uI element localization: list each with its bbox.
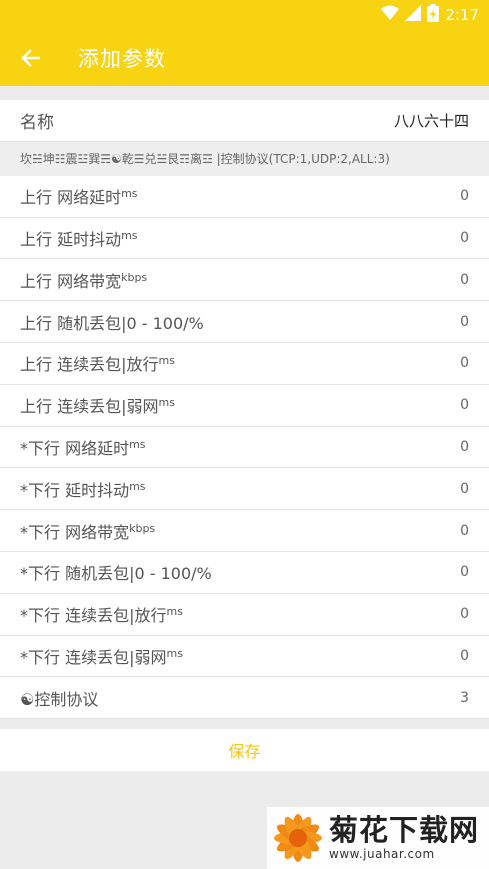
divider xyxy=(0,719,489,730)
param-value[interactable]: 3 xyxy=(460,690,469,706)
param-row[interactable]: *下行 连续丢包|放行ms 0 xyxy=(0,593,489,636)
param-label: 上行 网络带宽kbps xyxy=(20,268,147,292)
name-value[interactable]: 八八六十四 xyxy=(394,110,469,131)
param-unit: kbps xyxy=(121,270,148,284)
param-unit: ms xyxy=(121,187,138,201)
watermark-url: www.juahar.com xyxy=(329,846,435,861)
param-label-text: *下行 随机丢包|0 - 100/% xyxy=(20,564,212,584)
battery-charging-icon xyxy=(427,4,440,26)
param-label-text: ☯控制协议 xyxy=(20,689,99,709)
protocol-hint: 坎☵坤☷震☳巽☴☯乾☰兑☱艮☶离☲ |控制协议(TCP:1,UDP:2,ALL:… xyxy=(0,141,489,176)
param-value[interactable]: 0 xyxy=(460,188,469,204)
param-row[interactable]: *下行 网络延时ms 0 xyxy=(0,426,489,469)
param-label-text: *下行 网络延时 xyxy=(20,438,130,458)
param-list: 上行 网络延时ms 0 上行 延时抖动ms 0 上行 网络带宽kbps 0 上行 随机丢包|… xyxy=(0,175,489,720)
param-row[interactable]: *下行 随机丢包|0 - 100/% 0 xyxy=(0,551,489,594)
param-label-text: 上行 连续丢包|弱网 xyxy=(20,397,159,417)
back-button[interactable] xyxy=(0,30,60,86)
param-unit: ms xyxy=(158,354,175,368)
name-row[interactable]: 名称 八八六十四 xyxy=(0,100,489,142)
param-value[interactable]: 0 xyxy=(460,272,469,288)
watermark-text: 菊花下载网 www.juahar.com xyxy=(329,813,480,861)
name-label: 名称 xyxy=(20,112,54,133)
param-label-text: *下行 连续丢包|放行 xyxy=(20,606,167,626)
param-value[interactable]: 0 xyxy=(460,523,469,539)
signal-icon xyxy=(405,5,422,25)
param-row[interactable]: *下行 连续丢包|弱网ms 0 xyxy=(0,635,489,678)
param-label-text: 上行 网络延时 xyxy=(20,188,122,208)
status-bar: 2:17 xyxy=(0,0,489,30)
param-value[interactable]: 0 xyxy=(460,481,469,497)
param-row[interactable]: 上行 连续丢包|弱网ms 0 xyxy=(0,384,489,427)
param-label: *下行 网络带宽kbps xyxy=(20,519,155,543)
param-label: *下行 连续丢包|弱网ms xyxy=(20,644,183,668)
param-unit: ms xyxy=(129,479,146,493)
param-row[interactable]: 上行 网络延时ms 0 xyxy=(0,175,489,218)
param-label: 上行 连续丢包|弱网ms xyxy=(20,393,175,417)
param-label: ☯控制协议 xyxy=(20,686,98,710)
watermark: 菊花下载网 www.juahar.com xyxy=(267,807,489,869)
param-unit: ms xyxy=(121,228,138,242)
flower-logo-icon xyxy=(274,814,322,862)
param-label-text: 上行 网络带宽 xyxy=(20,271,122,291)
param-value[interactable]: 0 xyxy=(460,397,469,413)
param-value[interactable]: 0 xyxy=(460,439,469,455)
param-label-text: *下行 延时抖动 xyxy=(20,480,130,500)
param-unit: ms xyxy=(129,437,146,451)
param-label-text: *下行 连续丢包|弱网 xyxy=(20,647,167,667)
param-unit: ms xyxy=(158,396,175,410)
save-button[interactable]: 保存 xyxy=(228,738,260,762)
app-bar: 添加参数 xyxy=(0,30,489,86)
param-label: *下行 延时抖动ms xyxy=(20,477,146,501)
arrow-left-icon xyxy=(21,49,40,67)
status-time: 2:17 xyxy=(445,6,479,24)
param-row[interactable]: 上行 连续丢包|放行ms 0 xyxy=(0,342,489,385)
param-value[interactable]: 0 xyxy=(460,606,469,622)
param-unit: ms xyxy=(166,605,183,619)
param-label-text: 上行 延时抖动 xyxy=(20,229,122,249)
param-row[interactable]: 上行 延时抖动ms 0 xyxy=(0,217,489,260)
param-label: 上行 网络延时ms xyxy=(20,184,138,208)
page-title: 添加参数 xyxy=(78,47,166,71)
watermark-brand: 菊花下载网 xyxy=(329,813,480,848)
param-unit: kbps xyxy=(129,521,156,535)
param-label: 上行 随机丢包|0 - 100/% xyxy=(20,310,204,334)
param-row[interactable]: 上行 随机丢包|0 - 100/% 0 xyxy=(0,301,489,343)
param-form: 名称 八八六十四 坎☵坤☷震☳巽☴☯乾☰兑☱艮☶离☲ |控制协议(TCP:1,U… xyxy=(0,100,489,772)
param-label: *下行 连续丢包|放行ms xyxy=(20,602,183,626)
param-value[interactable]: 0 xyxy=(460,355,469,371)
param-value[interactable]: 0 xyxy=(460,564,469,580)
param-row[interactable]: ☯控制协议 3 xyxy=(0,677,489,720)
param-label: 上行 延时抖动ms xyxy=(20,226,138,250)
param-label-text: 上行 随机丢包|0 - 100/% xyxy=(20,313,204,333)
param-row[interactable]: *下行 网络带宽kbps 0 xyxy=(0,510,489,552)
param-row[interactable]: *下行 延时抖动ms 0 xyxy=(0,468,489,511)
param-value[interactable]: 0 xyxy=(460,648,469,664)
param-value[interactable]: 0 xyxy=(460,314,469,330)
param-label: *下行 网络延时ms xyxy=(20,435,146,459)
status-icons: 2:17 xyxy=(381,4,479,26)
param-row[interactable]: 上行 网络带宽kbps 0 xyxy=(0,259,489,302)
param-unit: ms xyxy=(166,646,183,660)
param-label-text: *下行 网络带宽 xyxy=(20,522,130,542)
save-row[interactable]: 保存 xyxy=(0,729,489,772)
param-value[interactable]: 0 xyxy=(460,230,469,246)
param-label: 上行 连续丢包|放行ms xyxy=(20,351,175,375)
param-label: *下行 随机丢包|0 - 100/% xyxy=(20,560,212,584)
wifi-icon xyxy=(381,5,400,25)
param-label-text: 上行 连续丢包|放行 xyxy=(20,355,159,375)
